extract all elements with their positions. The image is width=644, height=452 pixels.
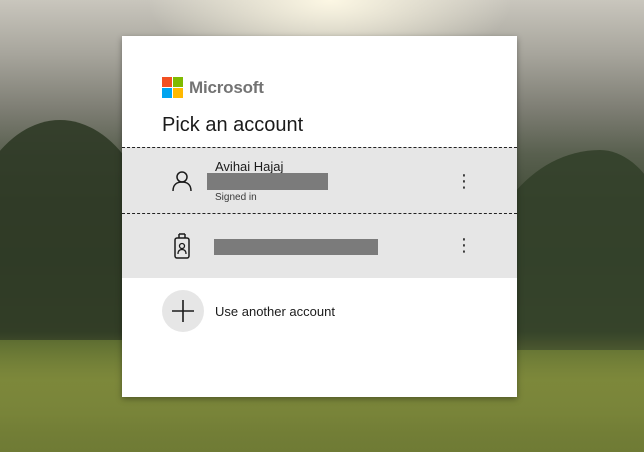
account-status: Signed in — [215, 192, 257, 203]
more-options-icon[interactable]: ⋮ — [454, 169, 474, 193]
logo-square-blue — [162, 88, 172, 98]
more-options-icon[interactable]: ⋮ — [454, 233, 474, 257]
account-tile-1[interactable]: Avihai Hajaj Signed in ⋮ — [122, 147, 517, 214]
logo-square-green — [173, 77, 183, 87]
microsoft-logo: Microsoft — [162, 77, 264, 98]
redacted-email — [214, 239, 378, 255]
logo-text: Microsoft — [189, 77, 264, 97]
redacted-email — [207, 173, 328, 190]
account-picker-dialog: Microsoft Pick an account Avihai Hajaj S… — [122, 36, 517, 397]
use-another-account-label: Use another account — [215, 304, 335, 319]
person-icon — [170, 169, 194, 193]
logo-square-yellow — [173, 88, 183, 98]
work-badge-icon — [170, 232, 194, 259]
account-name: Avihai Hajaj — [215, 159, 284, 174]
page-title: Pick an account — [162, 114, 304, 136]
account-tile-2[interactable]: ⋮ — [122, 214, 517, 278]
microsoft-logo-icon — [162, 77, 183, 98]
use-another-account-button[interactable]: Use another account — [122, 288, 517, 334]
plus-icon — [162, 290, 204, 332]
logo-square-red — [162, 77, 172, 87]
